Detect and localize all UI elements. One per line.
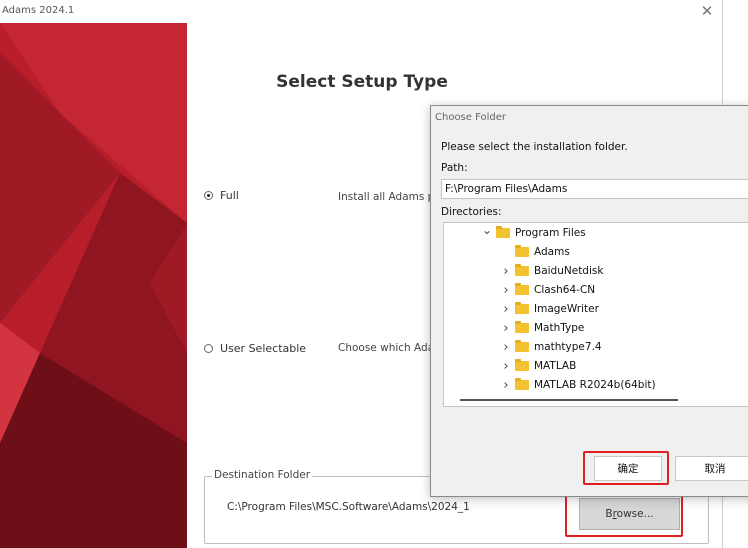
dialog-prompt: Please select the installation folder. xyxy=(441,141,628,153)
dialog-title: Choose Folder xyxy=(435,112,507,123)
path-input[interactable] xyxy=(441,179,748,199)
chevron-right-icon[interactable]: › xyxy=(501,264,511,279)
folder-icon xyxy=(496,226,510,238)
path-label: Path: xyxy=(441,162,468,174)
tree-item-label: ImageWriter xyxy=(534,303,599,315)
radio-user-selectable[interactable]: User Selectable xyxy=(204,342,306,355)
horizontal-scrollbar[interactable] xyxy=(460,399,678,401)
option-description: Choose which Ada xyxy=(338,342,435,354)
chevron-right-icon[interactable]: › xyxy=(501,340,511,355)
tree-item[interactable]: › MathType xyxy=(501,319,584,337)
folder-icon xyxy=(515,264,529,276)
title-bar: Adams 2024.1 ✕ xyxy=(0,0,722,23)
close-icon[interactable]: ✕ xyxy=(698,2,716,20)
tree-item-label: Clash64-CN xyxy=(534,284,596,296)
directories-label: Directories: xyxy=(441,206,502,218)
chevron-right-icon[interactable]: › xyxy=(501,283,511,298)
cancel-button[interactable]: 取消 xyxy=(675,456,748,481)
radio-label: User Selectable xyxy=(220,342,307,355)
tree-item-label: BaiduNetdisk xyxy=(534,265,604,277)
tree-item-label: MathType xyxy=(534,322,585,334)
radio-label: Full xyxy=(220,189,239,202)
tree-item[interactable]: ⌄ Program Files xyxy=(482,223,586,242)
tree-item[interactable]: Adams xyxy=(501,243,570,261)
page-title: Select Setup Type xyxy=(276,72,448,92)
tree-item[interactable]: › Clash64-CN xyxy=(501,281,595,299)
radio-full[interactable]: Full xyxy=(204,189,239,202)
tree-item-label: mathtype7.4 xyxy=(534,341,602,353)
choose-folder-dialog: Choose Folder Please select the installa… xyxy=(430,105,748,497)
folder-icon xyxy=(515,378,529,390)
tree-item[interactable]: › MATLAB xyxy=(501,357,576,375)
window-title: Adams 2024.1 xyxy=(2,5,75,16)
chevron-right-icon[interactable]: › xyxy=(501,378,511,393)
directory-tree[interactable]: ⌄ Program Files Adams › BaiduNetdisk › Clash64… xyxy=(443,222,748,407)
tree-item[interactable]: › BaiduNetdisk xyxy=(501,262,603,280)
chevron-right-icon[interactable]: › xyxy=(501,321,511,336)
folder-icon xyxy=(515,340,529,352)
chevron-down-icon[interactable]: ⌄ xyxy=(482,223,492,237)
destination-path: C:\Program Files\MSC.Software\Adams\2024… xyxy=(227,501,470,513)
highlight-ok xyxy=(583,451,669,485)
folder-icon xyxy=(515,302,529,314)
tree-item-label: Program Files xyxy=(515,227,586,239)
folder-icon xyxy=(515,359,529,371)
highlight-browse xyxy=(565,493,683,537)
chevron-right-icon[interactable]: › xyxy=(501,359,511,374)
folder-icon xyxy=(515,321,529,333)
banner-image xyxy=(0,23,187,548)
tree-item[interactable]: › mathtype7.4 xyxy=(501,338,602,356)
destination-folder-legend: Destination Folder xyxy=(212,469,313,481)
tree-item-label: MATLAB xyxy=(534,360,577,372)
tree-item-label: Adams xyxy=(534,246,570,258)
tree-item-label: MATLAB R2024b(64bit) xyxy=(534,379,656,391)
radio-indicator[interactable] xyxy=(204,191,213,200)
chevron-right-icon[interactable]: › xyxy=(501,302,511,317)
folder-icon xyxy=(515,283,529,295)
option-description: Install all Adams pr xyxy=(338,191,439,203)
tree-item[interactable]: › MATLAB R2024b(64bit) xyxy=(501,376,656,394)
radio-indicator[interactable] xyxy=(204,344,213,353)
tree-item[interactable]: › ImageWriter xyxy=(501,300,599,318)
folder-icon xyxy=(515,245,529,257)
banner-graphic xyxy=(0,23,187,548)
